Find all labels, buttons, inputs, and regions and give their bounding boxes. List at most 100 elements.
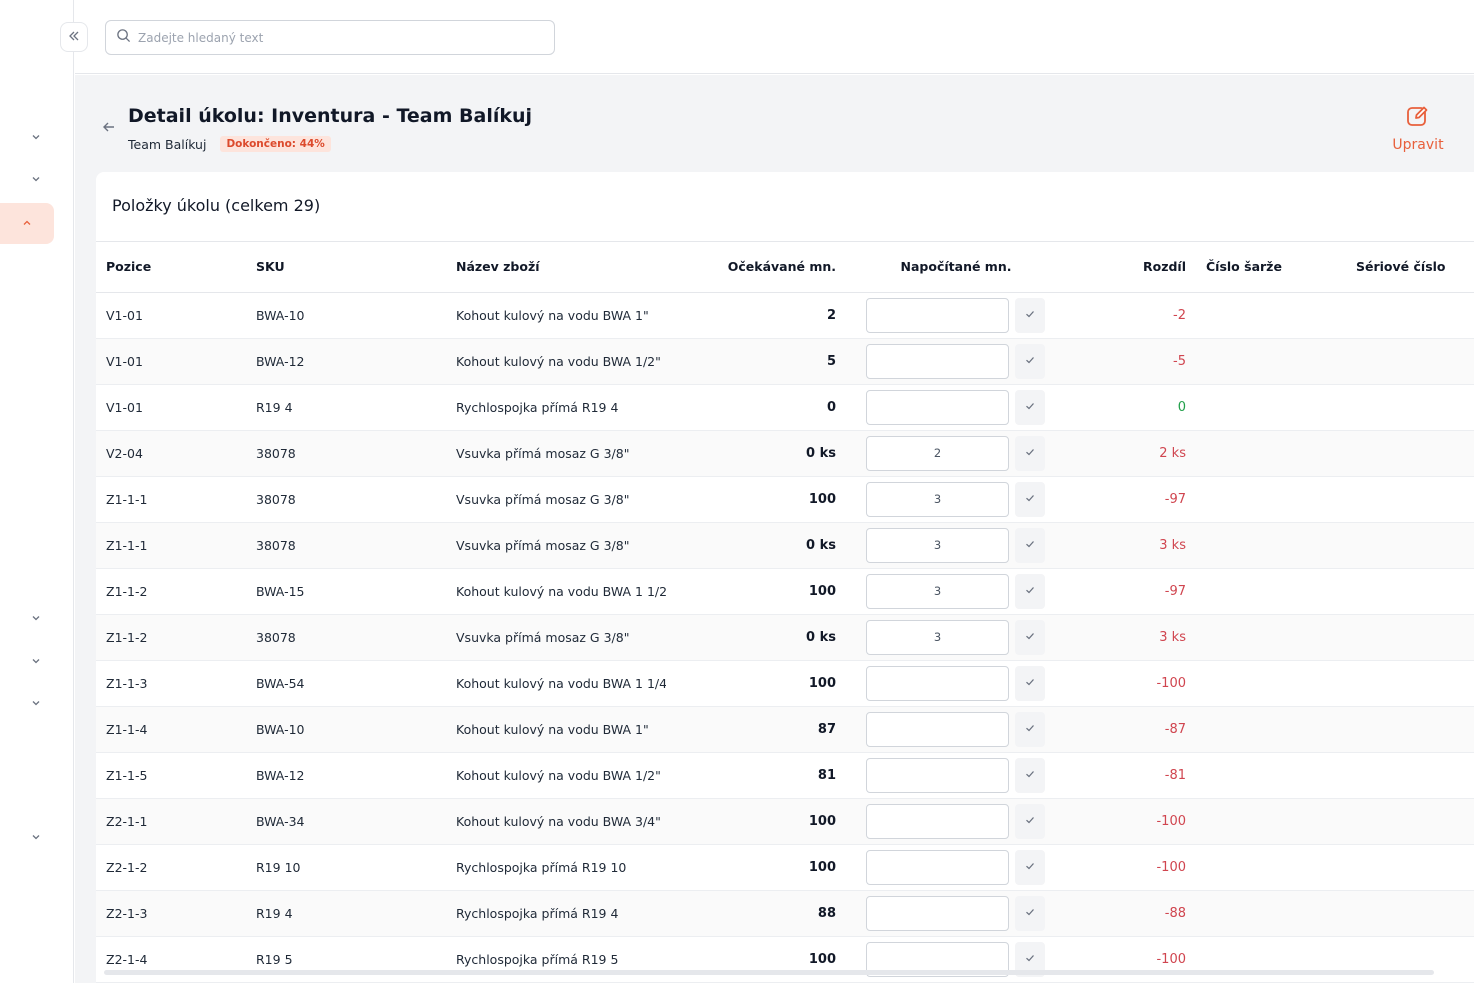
header-sku[interactable]: SKU xyxy=(246,242,446,293)
confirm-count-button[interactable] xyxy=(1015,573,1045,609)
cell-diff: -100 xyxy=(1066,660,1196,707)
confirm-count-button[interactable] xyxy=(1015,711,1045,747)
confirm-count-button[interactable] xyxy=(1015,895,1045,931)
cell-counted xyxy=(846,568,1066,615)
cell-counted xyxy=(846,660,1066,707)
header-name[interactable]: Název zboží xyxy=(446,242,666,293)
cell-serial xyxy=(1346,292,1474,339)
counted-input[interactable] xyxy=(866,573,1009,609)
counted-control xyxy=(866,297,1066,333)
cell-expected: 0 ks xyxy=(666,522,846,569)
cell-diff: -88 xyxy=(1066,890,1196,937)
table-row: Z1-1-2 BWA-15 Kohout kulový na vodu BWA 1 … xyxy=(96,568,1474,615)
back-button[interactable] xyxy=(99,119,119,139)
check-icon xyxy=(1024,676,1036,691)
cell-diff: -87 xyxy=(1066,706,1196,753)
cell-counted xyxy=(846,338,1066,385)
confirm-count-button[interactable] xyxy=(1015,389,1045,425)
cell-sku: 38078 xyxy=(246,476,446,523)
header-batch[interactable]: Číslo šarže xyxy=(1196,242,1346,293)
confirm-count-button[interactable] xyxy=(1015,481,1045,517)
cell-name: Rychlospojka přímá R19 4 xyxy=(446,384,666,431)
arrow-left-icon xyxy=(101,119,117,139)
items-card: Položky úkolu (celkem 29) Pozice SKU Náz… xyxy=(96,172,1474,983)
counted-input[interactable] xyxy=(866,343,1009,379)
counted-input[interactable] xyxy=(866,297,1009,333)
counted-input[interactable] xyxy=(866,619,1009,655)
counted-input[interactable] xyxy=(866,757,1009,793)
confirm-count-button[interactable] xyxy=(1015,665,1045,701)
table-row: Z1-1-5 BWA-12 Kohout kulový na vodu BWA 1/… xyxy=(96,752,1474,799)
cell-expected: 0 ks xyxy=(666,430,846,477)
cell-expected: 100 xyxy=(666,660,846,707)
chevron-down-icon[interactable] xyxy=(24,825,48,849)
table-row: V1-01 BWA-10 Kohout kulový na vodu BWA 1" 2… xyxy=(96,292,1474,339)
counted-input[interactable] xyxy=(866,435,1009,471)
chevron-down-icon[interactable] xyxy=(24,125,48,149)
table-row: V2-04 38078 Vsuvka přímá mosaz G 3/8" 0 ks 2… xyxy=(96,430,1474,477)
counted-input[interactable] xyxy=(866,527,1009,563)
items-table: Pozice SKU Název zboží Očekávané mn. Nap… xyxy=(96,242,1474,983)
cell-batch xyxy=(1196,614,1346,661)
header-diff[interactable]: Rozdíl xyxy=(1066,242,1196,293)
search-input[interactable] xyxy=(138,30,538,45)
check-icon xyxy=(1024,768,1036,783)
cell-serial xyxy=(1346,706,1474,753)
search-box[interactable] xyxy=(105,20,555,55)
table-row: Z2-1-1 BWA-34 Kohout kulový na vodu BWA 3/… xyxy=(96,798,1474,845)
sidebar-collapse-button[interactable] xyxy=(60,22,88,52)
horizontal-scrollbar[interactable] xyxy=(104,970,1434,975)
check-icon xyxy=(1024,630,1036,645)
cell-serial xyxy=(1346,936,1474,983)
cell-counted xyxy=(846,936,1066,983)
counted-input[interactable] xyxy=(866,895,1009,931)
cell-position: Z1-1-2 xyxy=(96,614,246,661)
chevron-down-icon[interactable] xyxy=(24,691,48,715)
counted-input[interactable] xyxy=(866,711,1009,747)
check-icon xyxy=(1024,308,1036,323)
check-icon xyxy=(1024,584,1036,599)
check-icon xyxy=(1024,906,1036,921)
counted-input[interactable] xyxy=(866,389,1009,425)
header-counted[interactable]: Napočítané mn. xyxy=(846,242,1066,293)
chevron-down-icon[interactable] xyxy=(24,167,48,191)
cell-sku: 38078 xyxy=(246,614,446,661)
counted-control xyxy=(866,619,1066,655)
confirm-count-button[interactable] xyxy=(1015,297,1045,333)
search-icon xyxy=(116,28,131,47)
confirm-count-button[interactable] xyxy=(1015,849,1045,885)
confirm-count-button[interactable] xyxy=(1015,757,1045,793)
confirm-count-button[interactable] xyxy=(1015,803,1045,839)
cell-expected: 81 xyxy=(666,752,846,799)
chevron-down-icon[interactable] xyxy=(24,606,48,630)
cell-expected: 100 xyxy=(666,936,846,983)
cell-diff: 2 ks xyxy=(1066,430,1196,477)
counted-input[interactable] xyxy=(866,803,1009,839)
header-serial[interactable]: Sériové číslo xyxy=(1346,242,1474,293)
main-content: Detail úkolu: Inventura - Team Balíkuj T… xyxy=(75,75,1474,983)
counted-control xyxy=(866,849,1066,885)
counted-control xyxy=(866,665,1066,701)
chevron-down-icon[interactable] xyxy=(24,649,48,673)
cell-sku: R19 5 xyxy=(246,936,446,983)
cell-serial xyxy=(1346,522,1474,569)
cell-name: Kohout kulový na vodu BWA 3/4" xyxy=(446,798,666,845)
confirm-count-button[interactable] xyxy=(1015,619,1045,655)
header-position[interactable]: Pozice xyxy=(96,242,246,293)
header-expected[interactable]: Očekávané mn. xyxy=(666,242,846,293)
counted-input[interactable] xyxy=(866,849,1009,885)
confirm-count-button[interactable] xyxy=(1015,435,1045,471)
sidebar-item-active[interactable] xyxy=(0,203,54,244)
edit-label: Upravit xyxy=(1392,137,1444,153)
confirm-count-button[interactable] xyxy=(1015,527,1045,563)
confirm-count-button[interactable] xyxy=(1015,343,1045,379)
cell-batch xyxy=(1196,384,1346,431)
counted-input[interactable] xyxy=(866,665,1009,701)
counted-input[interactable] xyxy=(866,481,1009,517)
cell-position: Z1-1-4 xyxy=(96,706,246,753)
cell-sku: R19 4 xyxy=(246,890,446,937)
cell-counted xyxy=(846,384,1066,431)
check-icon xyxy=(1024,860,1036,875)
cell-name: Vsuvka přímá mosaz G 3/8" xyxy=(446,430,666,477)
edit-button[interactable]: Upravit xyxy=(1388,103,1448,155)
